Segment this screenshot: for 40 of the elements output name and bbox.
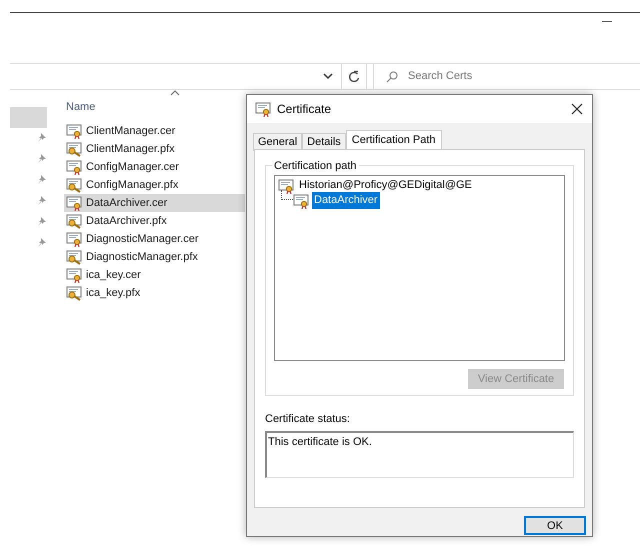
file-row[interactable]: ica_key.pfx: [64, 284, 245, 302]
key-certificate-icon: [66, 213, 82, 229]
close-icon: [571, 103, 583, 115]
file-row[interactable]: ClientManager.cer: [64, 122, 245, 140]
nav-item[interactable]: [10, 107, 47, 128]
certificate-icon: [66, 195, 82, 211]
column-header[interactable]: Name: [64, 94, 245, 116]
file-row[interactable]: ica_key.cer: [64, 266, 245, 284]
file-row[interactable]: DataArchiver.cer: [64, 194, 245, 212]
certificate-icon: [278, 178, 294, 194]
search-icon: [386, 70, 398, 82]
status-text-box: This certificate is OK.: [265, 430, 574, 478]
tree-item[interactable]: Historian@Proficy@GEDigital@GE: [297, 177, 474, 194]
certificate-icon: [66, 231, 82, 247]
search-field[interactable]: Search Certs: [406, 67, 606, 86]
key-certificate-icon: [66, 285, 82, 301]
chevron-down-icon[interactable]: [323, 73, 333, 80]
file-row[interactable]: ConfigManager.cer: [64, 158, 245, 176]
sort-caret-icon[interactable]: [170, 90, 180, 97]
certificate-icon: [66, 123, 82, 139]
file-row[interactable]: ClientManager.pfx: [64, 140, 245, 158]
ok-button[interactable]: OK: [524, 516, 586, 535]
group-label: Certification path: [272, 158, 359, 174]
minimize-icon[interactable]: [602, 21, 612, 23]
key-certificate-icon: [66, 141, 82, 157]
file-row[interactable]: DataArchiver.pfx: [64, 212, 245, 230]
status-label: Certificate status:: [265, 412, 351, 427]
certificate-icon: [66, 159, 82, 175]
key-certificate-icon: [66, 249, 82, 265]
refresh-icon[interactable]: [348, 70, 360, 83]
certificate-icon: [66, 267, 82, 283]
tab[interactable]: Certification Path: [346, 130, 442, 151]
file-row[interactable]: DiagnosticManager.cer: [64, 230, 245, 248]
key-certificate-icon: [66, 177, 82, 193]
file-row[interactable]: DiagnosticManager.pfx: [64, 248, 245, 266]
window-title: Certificate: [277, 101, 332, 118]
certificate-icon: [293, 192, 309, 208]
file-row[interactable]: ConfigManager.pfx: [64, 176, 245, 194]
tree-item[interactable]: DataArchiver: [312, 192, 380, 209]
certificate-icon: [255, 101, 271, 117]
